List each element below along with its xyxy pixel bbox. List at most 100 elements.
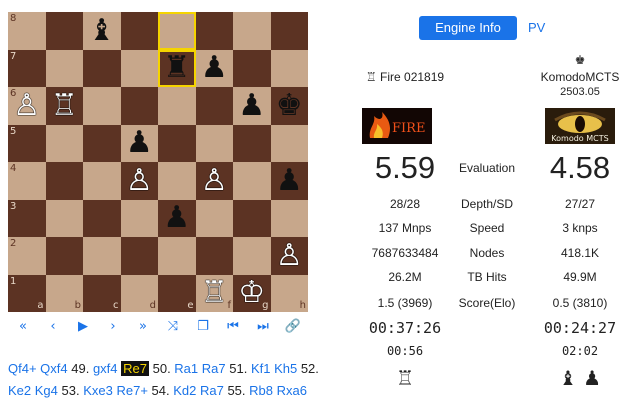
square-h3[interactable]	[270, 199, 308, 237]
skip-end-icon[interactable]: ⏭	[248, 318, 278, 336]
copy-icon[interactable]: ❐	[188, 318, 218, 336]
square-c7[interactable]	[83, 49, 121, 87]
square-f7[interactable]: ♟	[195, 49, 234, 88]
link-icon[interactable]: 🔗	[278, 318, 308, 336]
square-d8[interactable]	[120, 12, 158, 50]
square-b4[interactable]	[45, 162, 83, 200]
square-f3[interactable]	[195, 199, 233, 237]
square-h4[interactable]: ♟	[270, 162, 308, 200]
square-h5[interactable]	[270, 124, 308, 162]
square-b1[interactable]: b	[45, 274, 83, 312]
white-pawn-d4[interactable]: ♙	[121, 162, 159, 200]
square-h8[interactable]	[270, 12, 308, 50]
move-link[interactable]: gxf4	[93, 361, 118, 376]
square-f2[interactable]	[195, 237, 233, 275]
move-link[interactable]: Rxa6	[277, 383, 307, 398]
square-d2[interactable]	[120, 237, 158, 275]
square-e6[interactable]	[158, 87, 196, 125]
square-c1[interactable]: c	[83, 274, 121, 312]
square-e2[interactable]	[158, 237, 196, 275]
square-g1[interactable]: g ♔	[233, 274, 271, 313]
last-move-icon[interactable]: »	[128, 318, 158, 336]
square-b8[interactable]	[45, 12, 83, 50]
move-link[interactable]: Qf4+	[8, 361, 37, 376]
square-g2[interactable]	[233, 237, 271, 275]
white-pawn-a6[interactable]: ♙	[8, 87, 46, 125]
current-move[interactable]: Re7	[121, 361, 149, 376]
square-b2[interactable]	[45, 237, 83, 275]
tab-pv[interactable]: PV	[528, 16, 545, 40]
square-f1[interactable]: f ♖	[195, 274, 234, 313]
square-a7[interactable]: 7	[8, 49, 46, 87]
square-b3[interactable]	[45, 199, 83, 237]
move-link[interactable]: Ra1	[174, 361, 198, 376]
square-f8[interactable]	[195, 12, 233, 50]
square-d6[interactable]	[120, 87, 158, 125]
square-e5[interactable]	[158, 124, 196, 162]
move-link[interactable]: Qxf4	[40, 361, 67, 376]
tab-engine-info[interactable]: Engine Info	[419, 16, 517, 40]
square-d5[interactable]: ♟	[120, 124, 159, 163]
square-g6[interactable]: ♟	[233, 87, 271, 125]
black-pawn-d5[interactable]: ♟	[121, 125, 159, 163]
square-c4[interactable]	[83, 162, 121, 200]
square-b5[interactable]	[45, 124, 83, 162]
move-link[interactable]: Kg4	[35, 383, 58, 398]
square-c5[interactable]	[83, 124, 121, 162]
move-link[interactable]: Kd2	[173, 383, 196, 398]
square-g3[interactable]	[233, 199, 271, 237]
square-a4[interactable]: 4	[8, 162, 46, 200]
move-link[interactable]: Re7+	[116, 383, 147, 398]
square-h6[interactable]: ♚	[270, 87, 309, 125]
square-a2[interactable]: 2	[8, 237, 46, 275]
skip-start-icon[interactable]: ⏮	[218, 318, 248, 336]
move-link[interactable]: Rb8	[249, 383, 273, 398]
square-f6[interactable]	[195, 87, 233, 125]
square-d3[interactable]	[120, 199, 158, 237]
black-pawn-g6[interactable]: ♟	[233, 87, 271, 125]
square-h2[interactable]: ♙	[270, 237, 309, 275]
square-c2[interactable]	[83, 237, 121, 275]
square-c8[interactable]: ♝	[83, 12, 121, 50]
square-f4[interactable]: ♙	[195, 162, 233, 200]
square-g8[interactable]	[233, 12, 271, 50]
square-e1[interactable]: e	[158, 274, 196, 312]
move-link[interactable]: Kxe3	[83, 383, 113, 398]
white-rook-f1[interactable]: ♖	[196, 275, 234, 313]
move-link[interactable]: Kh5	[274, 361, 297, 376]
square-e7[interactable]: ♜	[158, 49, 196, 88]
square-f5[interactable]	[195, 124, 233, 162]
chess-board[interactable]: 8 ♝ 7 ♜ ♟ 6 ♙ ♖ ♟ ♚ 5 ♟ 4 ♙ ♙ ♟ 3 ♟ 2 ♙ 1 a b c d e f ♖ g ♔ h	[8, 12, 308, 312]
square-c6[interactable]	[83, 87, 121, 125]
square-g7[interactable]	[233, 49, 271, 87]
black-pawn-f7[interactable]: ♟	[196, 50, 234, 88]
flip-board-icon[interactable]: ⤨	[158, 318, 188, 336]
square-b6[interactable]: ♖	[45, 87, 84, 125]
move-link[interactable]: Ra7	[200, 383, 224, 398]
black-bishop-c8[interactable]: ♝	[83, 12, 121, 50]
prev-move-icon[interactable]: ‹	[38, 318, 68, 336]
white-king-g1[interactable]: ♔	[233, 275, 271, 313]
square-c3[interactable]	[83, 199, 121, 237]
square-g5[interactable]	[233, 124, 271, 162]
square-a1[interactable]: 1a	[8, 274, 46, 312]
move-link[interactable]: Ra7	[202, 361, 226, 376]
square-h7[interactable]	[270, 49, 308, 87]
black-pawn-e3[interactable]: ♟	[158, 200, 196, 238]
square-g4[interactable]	[233, 162, 271, 200]
square-d4[interactable]: ♙	[120, 162, 159, 200]
black-king-h6[interactable]: ♚	[271, 87, 309, 125]
square-d1[interactable]: d	[120, 274, 158, 312]
white-pawn-h2[interactable]: ♙	[271, 237, 309, 275]
square-a5[interactable]: 5	[8, 124, 46, 162]
square-e3[interactable]: ♟	[158, 199, 196, 238]
white-rook-b6[interactable]: ♖	[46, 87, 84, 125]
play-icon[interactable]: ▶	[68, 318, 98, 336]
first-move-icon[interactable]: «	[8, 318, 38, 336]
square-e4[interactable]	[158, 162, 196, 200]
square-d7[interactable]	[120, 49, 158, 87]
square-e8[interactable]	[158, 12, 196, 50]
square-h1[interactable]: h	[270, 274, 308, 312]
next-move-icon[interactable]: ›	[98, 318, 128, 336]
black-rook-e7[interactable]: ♜	[158, 50, 196, 88]
